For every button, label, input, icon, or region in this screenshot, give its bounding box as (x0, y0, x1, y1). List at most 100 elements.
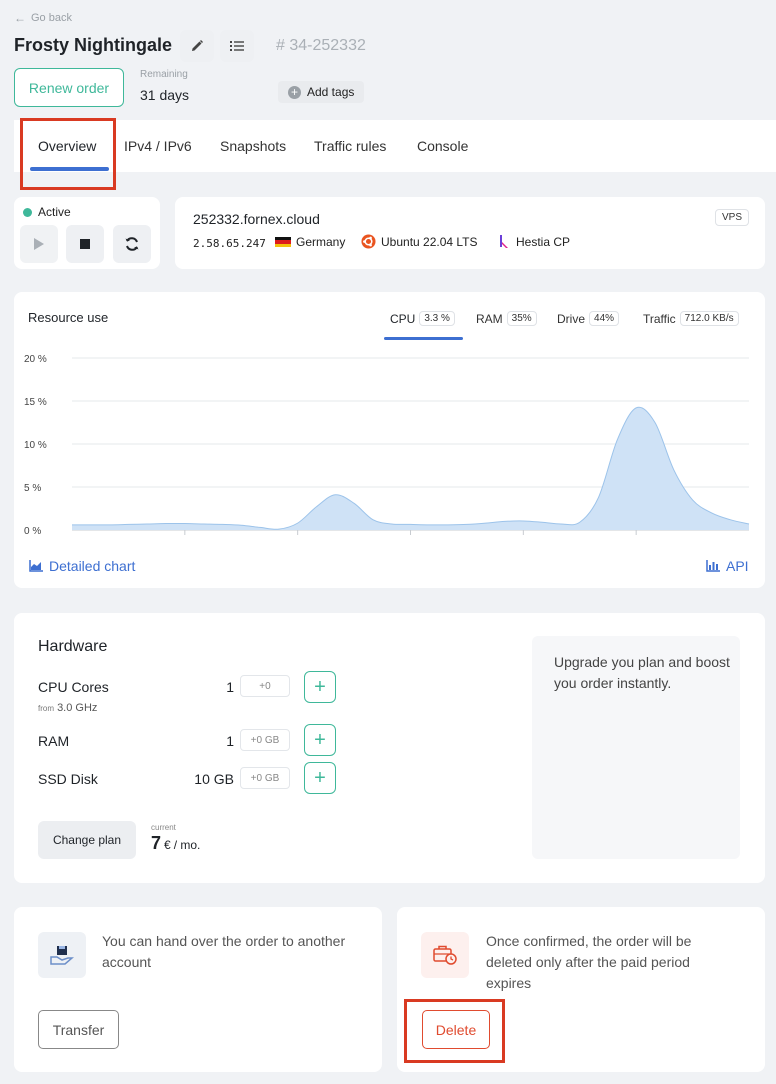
metric-cpu-value: 3.3 % (419, 311, 455, 326)
hw-cpu-add-button[interactable]: + (304, 671, 336, 703)
hw-ram-value: 1 (226, 733, 234, 749)
tab-traffic-rules-label: Traffic rules (314, 138, 387, 154)
detailed-chart-label: Detailed chart (49, 558, 136, 574)
details-list-button[interactable] (220, 30, 254, 62)
delete-button-highlight (404, 999, 505, 1063)
y-tick-label: 15 % (24, 397, 47, 408)
hw-cpu-sub: from 3.0 GHz (38, 702, 97, 714)
metric-drive-label: Drive (557, 311, 586, 326)
metric-drive-value: 44% (589, 311, 620, 326)
resource-title: Resource use (28, 310, 109, 325)
power-card: Active (14, 197, 160, 269)
transfer-icon-box (38, 932, 86, 978)
add-tags-label: Add tags (307, 85, 355, 99)
transfer-text: You can hand over the order to another a… (102, 933, 346, 970)
edit-name-button[interactable] (180, 30, 214, 62)
germany-flag-icon (275, 236, 291, 248)
metric-ram-label: RAM (476, 311, 503, 326)
hardware-title: Hardware (38, 638, 108, 655)
order-id: # 34-252332 (276, 37, 366, 54)
pencil-icon (192, 40, 203, 51)
hw-ram-add-button[interactable]: + (304, 724, 336, 756)
ip-address[interactable]: 2.58.65.247 (193, 237, 266, 250)
hw-cpu-delta: +0 (240, 675, 290, 697)
transfer-button[interactable]: Transfer (38, 1010, 119, 1049)
tab-traffic-rules[interactable]: Traffic rules (314, 138, 386, 154)
delete-text: Once confirmed, the order will be delete… (486, 933, 692, 991)
add-tags-button[interactable]: + Add tags (278, 81, 365, 103)
hw-ram-delta: +0 GB (240, 729, 290, 751)
tab-console[interactable]: Console (417, 138, 468, 154)
metric-tab-drive[interactable]: Drive 44% (557, 311, 620, 326)
metric-tab-cpu[interactable]: CPU 3.3 % (390, 311, 455, 326)
list-icon (230, 41, 244, 51)
start-button[interactable] (20, 225, 58, 263)
tab-snapshots[interactable]: Snapshots (220, 138, 286, 154)
upgrade-promo-text: Upgrade you plan and boost you order ins… (554, 654, 730, 691)
metric-tab-traffic[interactable]: Traffic 712.0 KB/s (643, 311, 739, 326)
stop-button[interactable] (66, 225, 104, 263)
plan-type-badge: VPS (715, 209, 750, 226)
transfer-card: You can hand over the order to another a… (14, 907, 382, 1072)
metric-cpu-label: CPU (390, 311, 416, 326)
hardware-card: Hardware CPU Cores from 3.0 GHz 1 +0 + R… (14, 613, 765, 883)
api-label: API (726, 558, 749, 574)
hw-cpu-sub-prefix: from (38, 704, 54, 713)
hw-ssd-delta: +0 GB (240, 767, 290, 789)
refresh-icon (125, 237, 139, 251)
remaining-value: 31 days (140, 87, 190, 103)
price-currency: € (164, 838, 171, 852)
price-current-label: current (151, 823, 176, 832)
y-tick-label: 0 % (24, 526, 41, 537)
page-title: Frosty Nightingale (14, 35, 173, 55)
restart-button[interactable] (113, 225, 151, 263)
metric-traffic-label: Traffic (643, 311, 676, 326)
metric-traffic-value: 712.0 KB/s (679, 311, 739, 326)
tab-ipv4-ipv6-label: IPv4 / IPv6 (124, 138, 192, 154)
metric-ram-value: 35% (506, 311, 537, 326)
ubuntu-icon (361, 234, 376, 249)
hw-ssd-name: SSD Disk (38, 771, 98, 787)
status-indicator: Active (23, 205, 71, 219)
tab-console-label: Console (417, 138, 469, 154)
go-back-label: Go back (31, 12, 72, 24)
change-plan-button[interactable]: Change plan (38, 821, 136, 859)
hw-cpu-value: 1 (226, 679, 234, 695)
delete-icon-box (421, 932, 469, 978)
detailed-chart-link[interactable]: Detailed chart (29, 558, 135, 574)
y-tick-label: 20 % (24, 354, 47, 365)
price-value: 7 (151, 833, 162, 853)
upgrade-promo: Upgrade you plan and boost you order ins… (532, 636, 740, 859)
hw-ssd-value: 10 GB (194, 771, 234, 787)
tab-snapshots-label: Snapshots (220, 138, 287, 154)
area-chart-icon (29, 560, 43, 572)
status-label: Active (38, 205, 71, 219)
api-link[interactable]: API (706, 558, 749, 574)
metric-tab-ram[interactable]: RAM 35% (476, 311, 537, 326)
transfer-button-label: Transfer (52, 1021, 105, 1038)
hestia-icon (500, 235, 508, 248)
resource-card: Resource use CPU 3.3 % RAM 35% Drive 44%… (14, 292, 765, 588)
plus-icon: + (314, 728, 326, 751)
server-card: 252332.fornex.cloud VPS 2.58.65.247 Germ… (175, 197, 765, 269)
status-dot (23, 207, 32, 217)
os-label: Ubuntu 22.04 LTS (381, 234, 478, 249)
change-plan-label: Change plan (52, 833, 122, 847)
hw-ram-name: RAM (38, 733, 70, 749)
play-icon (34, 238, 44, 250)
country-label: Germany (296, 235, 346, 249)
go-back-link[interactable]: ← Go back (14, 11, 72, 25)
hw-ssd-add-button[interactable]: + (304, 762, 336, 794)
plus-icon: + (314, 675, 326, 698)
briefcase-clock-icon (433, 945, 457, 965)
control-panel: Hestia CP (498, 234, 570, 249)
country: Germany (275, 235, 345, 249)
metric-tab-underline (384, 337, 463, 340)
y-tick-label: 5 % (24, 483, 41, 494)
arrow-left-icon: ← (14, 11, 26, 25)
overview-tab-highlight (20, 118, 116, 190)
plus-icon: + (314, 766, 326, 789)
tab-ipv4-ipv6[interactable]: IPv4 / IPv6 (124, 138, 192, 154)
price: 7 € / mo. (151, 833, 200, 854)
renew-order-button[interactable]: Renew order (14, 68, 124, 107)
